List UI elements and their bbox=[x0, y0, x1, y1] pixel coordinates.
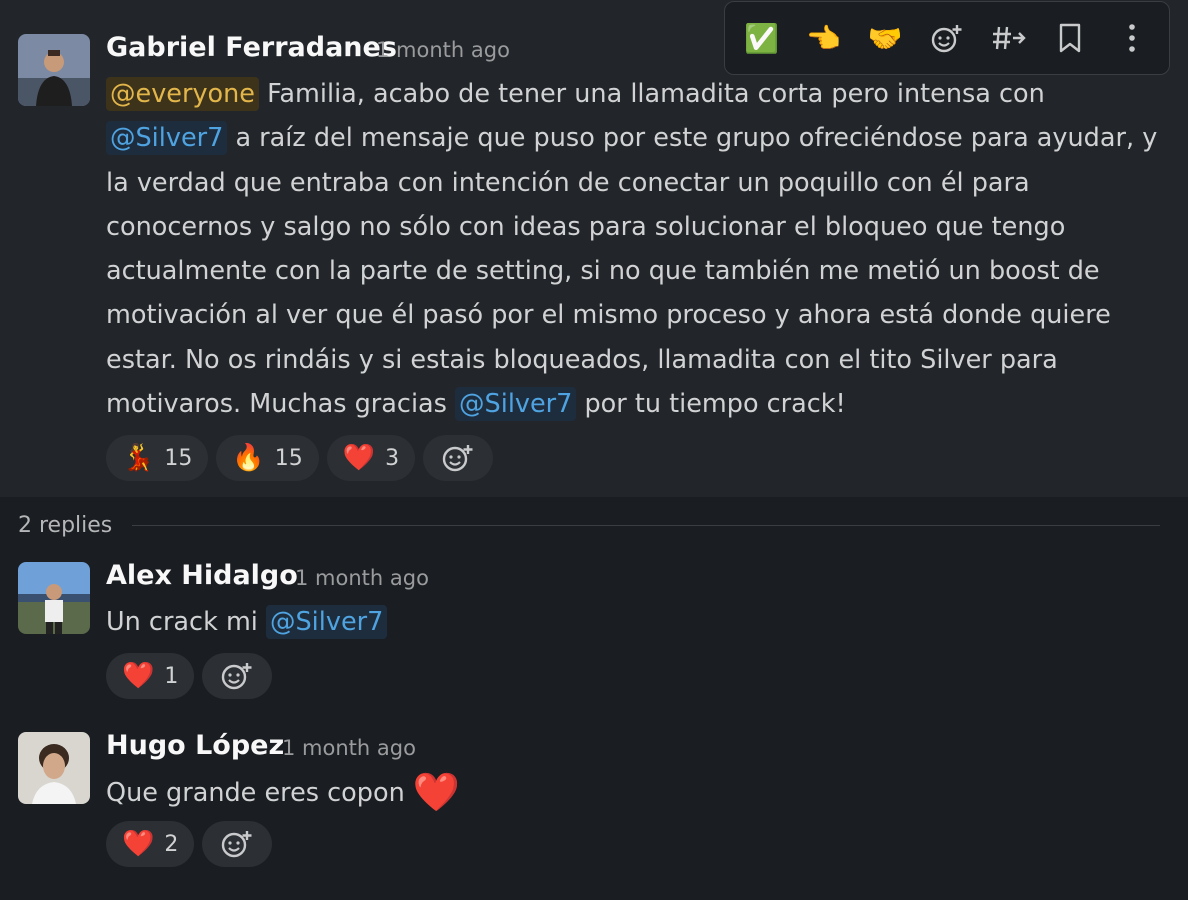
heart-icon: ❤️ bbox=[122, 829, 155, 859]
heart-icon: ❤️ bbox=[122, 661, 155, 691]
reaction-count: 1 bbox=[164, 663, 179, 689]
dancer-icon: 💃 bbox=[122, 443, 155, 473]
vertical-ellipsis-icon bbox=[1129, 24, 1135, 52]
hash-arrow-icon bbox=[992, 26, 1026, 50]
user-mention[interactable]: @Silver7 bbox=[455, 387, 577, 422]
avatar[interactable] bbox=[18, 732, 90, 804]
user-mention[interactable]: @Silver7 bbox=[266, 605, 388, 639]
reaction-bar: ❤️ 1 bbox=[106, 653, 273, 699]
bookmark-icon bbox=[1060, 23, 1081, 53]
replies-divider: 2 replies bbox=[18, 506, 1160, 544]
pointing-hand-icon: 👈 bbox=[806, 21, 841, 55]
save-button[interactable] bbox=[1045, 13, 1095, 63]
reaction-heart[interactable]: ❤️ 1 bbox=[106, 653, 195, 699]
timestamp[interactable]: 1 month ago bbox=[295, 566, 429, 590]
completed-reaction-button[interactable]: ✅ bbox=[737, 13, 787, 63]
fire-icon: 🔥 bbox=[232, 443, 265, 473]
reaction-count: 2 bbox=[164, 831, 179, 857]
message-text-part: Un crack mi bbox=[106, 607, 266, 637]
message-text: @everyone Familia, acabo de tener una ll… bbox=[106, 72, 1171, 426]
avatar[interactable] bbox=[18, 34, 90, 106]
check-icon: ✅ bbox=[744, 21, 780, 55]
reaction-heart[interactable]: ❤️ 3 bbox=[326, 435, 416, 481]
message-text: Que grande eres copon ❤️ bbox=[106, 770, 1171, 815]
add-emoji-icon bbox=[931, 25, 962, 53]
replies-count: 2 replies bbox=[18, 512, 113, 538]
heart-icon: ❤️ bbox=[342, 443, 376, 473]
divider-line bbox=[132, 524, 1160, 526]
timestamp[interactable]: 1 month ago bbox=[376, 38, 510, 62]
reaction-bar: 💃 15 🔥 15 ❤️ 3 bbox=[106, 435, 494, 481]
add-emoji-icon bbox=[222, 831, 252, 858]
point-reaction-button[interactable]: 👈 bbox=[799, 13, 849, 63]
add-reaction-toolbar-button[interactable] bbox=[922, 13, 972, 63]
add-reaction-button[interactable] bbox=[202, 821, 273, 867]
avatar[interactable] bbox=[18, 562, 90, 634]
add-emoji-icon bbox=[442, 445, 473, 472]
message-text-part: por tu tiempo crack! bbox=[576, 389, 846, 420]
everyone-mention[interactable]: @everyone bbox=[106, 77, 259, 111]
add-reaction-button[interactable] bbox=[423, 435, 494, 481]
reaction-fire[interactable]: 🔥 15 bbox=[216, 435, 319, 481]
message-text-part: Que grande eres copon bbox=[106, 778, 413, 808]
user-mention[interactable]: @Silver7 bbox=[106, 121, 228, 156]
reaction-heart[interactable]: ❤️ 2 bbox=[106, 821, 195, 867]
reaction-count: 15 bbox=[274, 445, 303, 471]
timestamp[interactable]: 1 month ago bbox=[282, 736, 416, 760]
message-text: Un crack mi @Silver7 bbox=[106, 600, 1171, 644]
message-text-part: a raíz del mensaje que puso por este gru… bbox=[106, 123, 1158, 420]
reaction-count: 15 bbox=[164, 445, 193, 471]
message-text-part: Familia, acabo de tener una llamadita co… bbox=[259, 79, 1045, 109]
reaction-dancer[interactable]: 💃 15 bbox=[106, 435, 209, 481]
author-name[interactable]: Gabriel Ferradanes bbox=[106, 32, 397, 63]
reaction-count: 3 bbox=[385, 445, 400, 471]
more-actions-button[interactable] bbox=[1107, 13, 1157, 63]
author-name[interactable]: Alex Hidalgo bbox=[106, 560, 298, 591]
heart-icon: ❤️ bbox=[412, 770, 461, 814]
share-to-channel-button[interactable] bbox=[984, 13, 1034, 63]
author-name[interactable]: Hugo López bbox=[106, 730, 284, 761]
handshake-reaction-button[interactable]: 🤝 bbox=[860, 13, 910, 63]
reaction-bar: ❤️ 2 bbox=[106, 821, 273, 867]
add-reaction-button[interactable] bbox=[202, 653, 273, 699]
message-actions-toolbar: ✅ 👈 🤝 bbox=[724, 1, 1170, 75]
add-emoji-icon bbox=[222, 663, 252, 690]
handshake-icon: 🤝 bbox=[867, 21, 903, 55]
